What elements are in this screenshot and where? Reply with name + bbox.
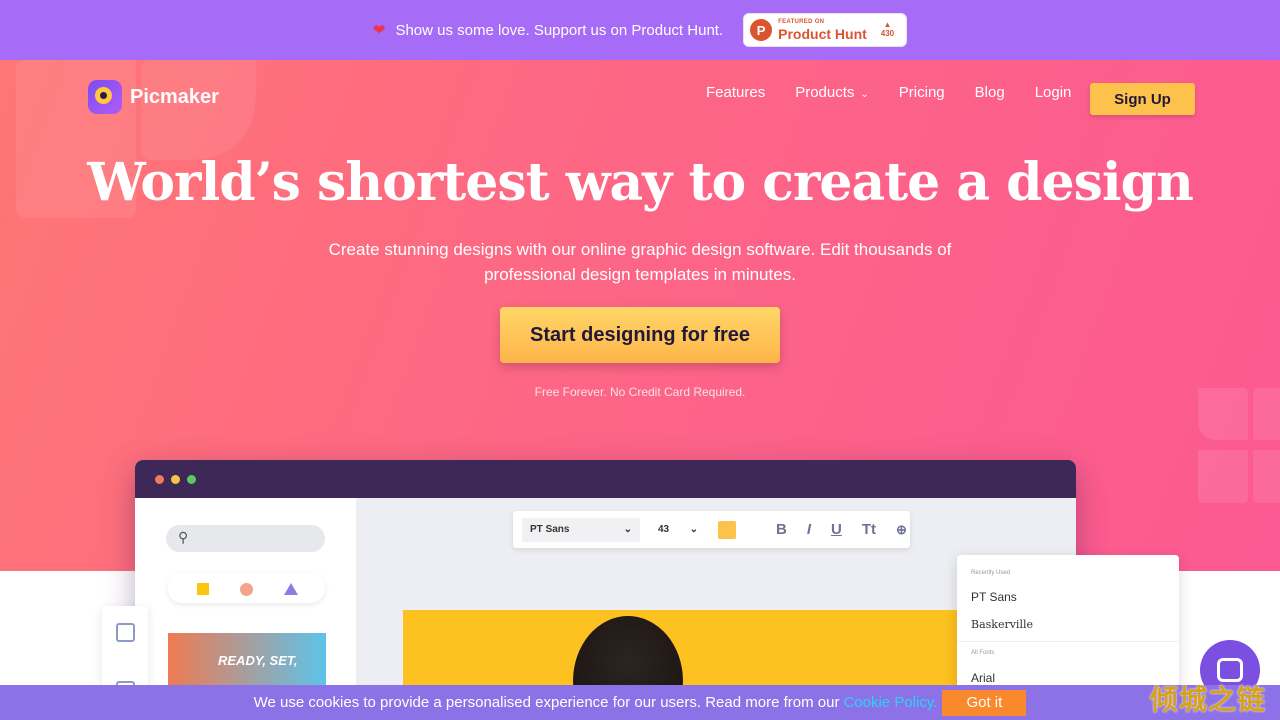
background-petal-decoration-right (1198, 388, 1280, 503)
hero-title: World’s shortest way to create a design (87, 152, 1194, 213)
recently-used-label: Recently Used (971, 570, 1011, 576)
hero-subtitle-line1: Create stunning designs with our online … (328, 240, 952, 259)
hero-subtitle: Create stunning designs with our online … (300, 237, 980, 287)
product-hunt-text: FEATURED ON Product Hunt (778, 19, 867, 41)
logo-icon (88, 80, 122, 114)
editor-mockup: ⚲ READY, SET, PT Sans ⌄ 43 ⌄ B I U Tt ⊕ (135, 460, 1076, 720)
window-maximize-dot (187, 474, 196, 484)
nav-login[interactable]: Login (1035, 84, 1072, 101)
chevron-down-icon: ⌄ (623, 524, 632, 535)
announcement-bar: ❤ Show us some love. Support us on Produ… (0, 0, 1280, 60)
picmaker-logo[interactable]: Picmaker (88, 80, 219, 114)
font-option: Arial (971, 671, 996, 685)
start-designing-button[interactable]: Start designing for free (500, 307, 780, 363)
nav-blog[interactable]: Blog (975, 84, 1005, 101)
brand-name: Picmaker (130, 85, 219, 108)
zoom-icon: ⊕ (896, 521, 907, 537)
font-select: PT Sans ⌄ (522, 517, 640, 542)
triangle-shape-icon (284, 583, 298, 595)
underline-icon: U (831, 521, 842, 538)
text-toolbar: PT Sans ⌄ 43 ⌄ B I U Tt ⊕ (513, 511, 910, 548)
free-forever-note: Free Forever. No Credit Card Required. (534, 385, 746, 399)
nav-pricing[interactable]: Pricing (899, 84, 945, 101)
font-size-value: 43 (658, 524, 670, 535)
cookie-text: We use cookies to provide a personalised… (253, 694, 840, 711)
sign-up-button[interactable]: Sign Up (1090, 83, 1195, 115)
circle-shape-icon (240, 583, 253, 596)
ph-name: Product Hunt (778, 26, 867, 42)
font-select-value: PT Sans (530, 524, 570, 535)
editor-search-field: ⚲ (166, 525, 325, 552)
ph-votes: ▲ 430 (880, 20, 895, 39)
chevron-down-icon: ⌄ (860, 89, 869, 100)
thumbnail-text: READY, SET, (218, 653, 298, 668)
heart-icon: ❤ (372, 22, 386, 39)
announcement-text: Show us some love. Support us on Product… (395, 21, 724, 39)
window-titlebar (135, 460, 1076, 498)
product-hunt-badge[interactable]: P FEATURED ON Product Hunt ▲ 430 (743, 13, 908, 47)
nav-products-label: Products (795, 84, 855, 101)
font-option: PT Sans (971, 590, 1017, 604)
search-icon: ⚲ (178, 529, 189, 545)
nav-features[interactable]: Features (706, 84, 765, 101)
ph-featured-label: FEATURED ON (778, 19, 825, 25)
product-hunt-logo-icon: P (750, 19, 773, 41)
divider (957, 641, 1179, 642)
hero-subtitle-line2: professional design templates in minutes… (484, 265, 796, 284)
got-it-button[interactable]: Got it (942, 689, 1027, 716)
text-size-icon: Tt (861, 521, 877, 538)
chevron-down-icon: ⌄ (689, 524, 698, 535)
color-swatch (718, 520, 736, 539)
cookie-policy-link[interactable]: Cookie Policy. (843, 694, 937, 711)
italic-icon: I (806, 521, 812, 538)
square-shape-icon (197, 583, 209, 595)
all-fonts-label: All Fonts (971, 650, 995, 656)
window-close-dot (155, 474, 164, 484)
nav-products[interactable]: Products ⌄ (795, 84, 869, 101)
ph-vote-count: 430 (880, 29, 895, 38)
watermark: 倾城之链 (1150, 684, 1267, 715)
main-nav: Features Products ⌄ Pricing Blog Login (706, 84, 1101, 101)
image-tool-icon (116, 623, 135, 642)
font-option: Baskerville (971, 618, 1033, 631)
font-size-select: 43 ⌄ (658, 524, 698, 535)
bold-icon: B (776, 521, 787, 538)
window-minimize-dot (171, 474, 180, 484)
shapes-bar (168, 573, 325, 603)
cookie-banner: We use cookies to provide a personalised… (0, 685, 1280, 720)
